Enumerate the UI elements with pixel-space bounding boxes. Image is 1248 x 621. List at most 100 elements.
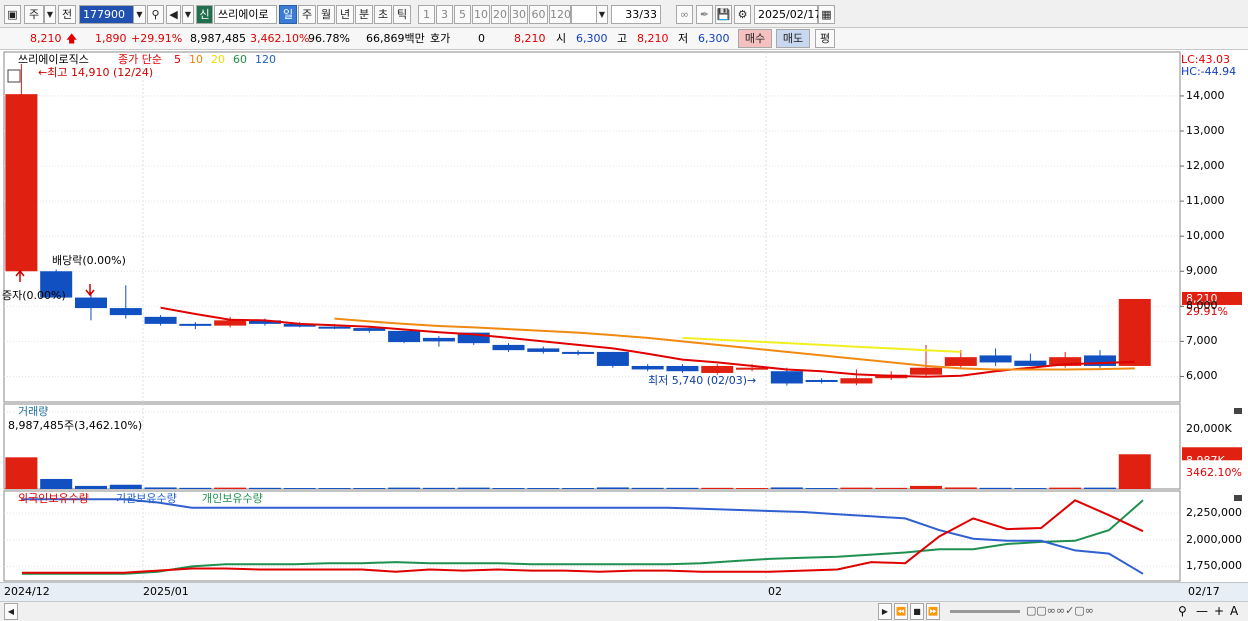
window-icon[interactable]: ▣ bbox=[4, 5, 21, 24]
up-arrow-icon: 🡅 bbox=[66, 32, 78, 45]
interval-tab-20[interactable]: 20 bbox=[491, 5, 509, 24]
period-tab-2[interactable]: 월 bbox=[317, 5, 335, 24]
ma-legend-120: 120 bbox=[255, 53, 276, 66]
turnover-value: 96.78% bbox=[308, 32, 350, 45]
change-percent: +29.91% bbox=[131, 32, 183, 45]
rewind-icon[interactable]: ⏪ bbox=[894, 603, 908, 620]
market-select[interactable]: 주 bbox=[24, 5, 44, 24]
holding-tick-1: 2,000,000 bbox=[1186, 532, 1242, 546]
search-icon[interactable]: ⚲ bbox=[147, 5, 164, 24]
candle-body-9 bbox=[318, 326, 351, 329]
interval-tab-1[interactable]: 1 bbox=[418, 5, 435, 24]
calendar-icon[interactable]: ▦ bbox=[818, 5, 835, 24]
volume-bar-17 bbox=[596, 487, 629, 489]
period-tab-1[interactable]: 주 bbox=[298, 5, 316, 24]
low-price: 6,300 bbox=[698, 32, 730, 45]
candle-body-6 bbox=[214, 320, 247, 326]
plus-icon[interactable]: + bbox=[1214, 604, 1224, 618]
tool-icons[interactable]: ▢▢∞∞✓▢∞ bbox=[1026, 604, 1094, 617]
buy-button[interactable]: 매수 bbox=[738, 29, 772, 48]
speaker-icon[interactable]: ◀ bbox=[166, 5, 181, 24]
ma-legend-20: 20 bbox=[211, 53, 225, 66]
high-label: 고 bbox=[617, 32, 628, 45]
interval-tab-5[interactable]: 5 bbox=[454, 5, 471, 24]
ma-legend-60: 60 bbox=[233, 53, 247, 66]
ma-label: 종가 단순 bbox=[118, 53, 162, 66]
volume-bar-20 bbox=[701, 487, 734, 489]
interval-tab-30[interactable]: 30 bbox=[510, 5, 528, 24]
volume-bar-7 bbox=[248, 487, 281, 489]
scroll-right-icon[interactable]: ▶ bbox=[878, 603, 892, 620]
stop-icon[interactable]: ■ bbox=[910, 603, 924, 620]
open-label: 시 bbox=[556, 32, 567, 45]
candle-body-27 bbox=[944, 357, 977, 366]
font-size-icon[interactable]: A bbox=[1230, 604, 1238, 618]
open-price: 6,300 bbox=[576, 32, 608, 45]
volume-bar-0 bbox=[5, 457, 38, 489]
eval-button[interactable]: 평 bbox=[815, 29, 835, 48]
hc-value: HC:-44.94 bbox=[1181, 65, 1237, 78]
low-label: 저 bbox=[678, 32, 689, 45]
price-tick-3: 11,000 bbox=[1186, 194, 1225, 208]
volume-last-pct-tag: 3462.10% bbox=[1186, 466, 1242, 479]
chart-area[interactable]: 쓰리에이로직스 종가 단순 5 10 20 60 120 LC:43.03 HC:-44… bbox=[0, 50, 1248, 601]
candle-body-0 bbox=[5, 94, 38, 272]
candle-body-16 bbox=[562, 351, 595, 354]
gear-icon[interactable]: ⚙ bbox=[734, 5, 751, 24]
volume-bar-9 bbox=[318, 488, 351, 489]
increase-note: 증자(0.00%) bbox=[2, 289, 66, 302]
speaker-dropdown-icon[interactable]: ▼ bbox=[182, 5, 194, 24]
x-label-02: 02 bbox=[768, 585, 782, 598]
market-dropdown-icon[interactable]: ▼ bbox=[44, 5, 56, 24]
draw-icon[interactable]: ✒ bbox=[696, 5, 713, 24]
volume-bar-16 bbox=[562, 488, 595, 489]
code-dropdown-icon[interactable]: ▼ bbox=[133, 5, 146, 24]
interval-tab-3[interactable]: 3 bbox=[436, 5, 453, 24]
volume-bar-13 bbox=[457, 487, 490, 489]
candle-body-15 bbox=[527, 348, 560, 352]
volume-bar-1 bbox=[40, 478, 73, 489]
price-panel-title: 쓰리에이로직스 bbox=[18, 53, 89, 66]
interval-dropdown-icon[interactable]: ▼ bbox=[596, 5, 608, 24]
candle-body-28 bbox=[979, 355, 1012, 363]
period-tab-4[interactable]: 분 bbox=[355, 5, 373, 24]
candle-body-29 bbox=[1014, 360, 1047, 366]
sell-button[interactable]: 매도 bbox=[776, 29, 810, 48]
volume-bar-25 bbox=[875, 487, 908, 489]
fast-forward-icon[interactable]: ⏩ bbox=[926, 603, 940, 620]
prev-tab-button[interactable]: 전 bbox=[58, 5, 76, 24]
candle-body-26 bbox=[910, 367, 943, 375]
volume-bar-27 bbox=[944, 487, 977, 489]
scroll-toolbar: ◀ ▶ ⏪ ■ ⏩ ▢▢∞∞✓▢∞ ⚲ — + A bbox=[0, 601, 1248, 621]
volume-bar-11 bbox=[388, 487, 421, 489]
interval-tab-120[interactable]: 120 bbox=[549, 5, 571, 24]
volume-bar-18 bbox=[631, 487, 664, 489]
volume-panel-close-icon bbox=[1234, 408, 1242, 414]
interval-select[interactable] bbox=[571, 5, 597, 24]
ma-legend-5: 5 bbox=[174, 53, 181, 66]
candle-body-24 bbox=[840, 378, 873, 384]
zoom-slider[interactable] bbox=[950, 610, 1020, 613]
candle-body-12 bbox=[422, 337, 455, 342]
volume-bar-4 bbox=[144, 487, 177, 489]
volume-bar-14 bbox=[492, 488, 525, 489]
price-tick-5: 9,000 bbox=[1186, 264, 1218, 278]
count-field[interactable]: 33/33 bbox=[611, 5, 661, 24]
zoom-icon[interactable]: ⚲ bbox=[1178, 604, 1187, 618]
minus-icon[interactable]: — bbox=[1196, 604, 1208, 618]
current-price: 8,210 bbox=[30, 32, 62, 45]
stock-code-input[interactable]: 177900 bbox=[79, 5, 134, 24]
volume-bar-2 bbox=[74, 485, 107, 489]
link-icon[interactable]: ∞ bbox=[676, 5, 693, 24]
period-tab-6[interactable]: 틱 bbox=[393, 5, 411, 24]
candle-body-11 bbox=[388, 330, 421, 343]
interval-tab-60[interactable]: 60 bbox=[529, 5, 548, 24]
interval-tab-10[interactable]: 10 bbox=[472, 5, 490, 24]
price-tick-4: 10,000 bbox=[1186, 229, 1225, 243]
date-field[interactable]: 2025/02/17 bbox=[754, 5, 821, 24]
period-tab-5[interactable]: 초 bbox=[374, 5, 392, 24]
period-tab-0[interactable]: 일 bbox=[279, 5, 297, 24]
save-icon[interactable]: 💾 bbox=[715, 5, 732, 24]
period-tab-3[interactable]: 년 bbox=[336, 5, 354, 24]
scroll-left-icon[interactable]: ◀ bbox=[4, 603, 18, 620]
